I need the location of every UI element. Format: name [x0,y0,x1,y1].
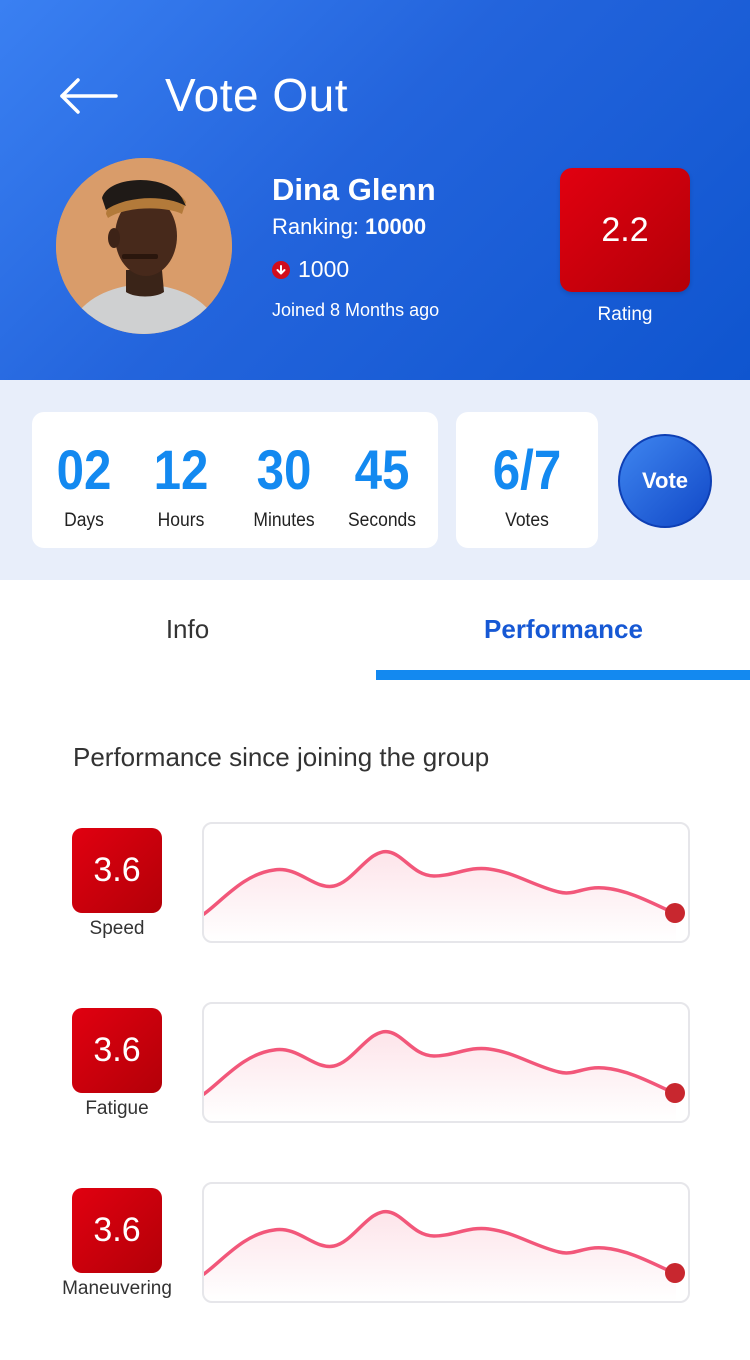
metric-row-maneuvering: 3.6 Maneuvering [0,1182,750,1318]
countdown-days-label: Days [64,510,104,531]
metric-label: Fatigue [85,1098,149,1119]
countdown-hours-label: Hours [157,510,205,531]
tab-info[interactable]: Info [0,580,375,680]
active-tab-indicator [376,670,750,680]
countdown-minutes: 30 Minutes [244,440,324,532]
metric-label: Speed [89,918,145,939]
votes-value: 6/7 [492,438,562,501]
countdown-seconds-value: 45 [354,438,410,501]
sparkline-end-point [665,1083,685,1103]
sparkline-end-point [665,1263,685,1283]
metric-score-badge: 3.6 [72,1188,162,1273]
sparkline-chart [204,850,685,941]
metric-score-badge: 3.6 [72,828,162,913]
sparkline-area [204,851,676,941]
vote-button[interactable]: Vote [618,434,712,528]
countdown-band: 02 Days 12 Hours 30 Minutes 45 Seconds 6… [0,380,750,580]
countdown-seconds-label: Seconds [347,510,417,531]
metric-sparkline [202,1002,690,1123]
ranking-label: Ranking: [272,214,359,239]
votes-card: 6/7 Votes [456,412,598,548]
rating-badge: 2.2 [560,168,690,292]
tab-info-label: Info [165,614,210,644]
metric-label: Maneuvering [62,1278,172,1299]
arrow-left-icon [60,78,118,114]
metric-row-speed: 3.6 Speed [0,822,750,958]
profile-name: Dina Glenn [272,172,436,207]
tab-performance[interactable]: Performance [376,580,750,680]
sparkline-area [204,1211,676,1301]
sparkline-area [204,1031,676,1121]
metric-sparkline [202,822,690,943]
sparkline-chart [204,1030,685,1121]
countdown-minutes-value: 30 [256,438,312,501]
sparkline-end-point [665,903,685,923]
countdown-days: 02 Days [50,440,118,532]
countdown-minutes-label: Minutes [253,510,315,531]
countdown-days-value: 02 [56,438,112,501]
countdown-card: 02 Days 12 Hours 30 Minutes 45 Seconds [32,412,438,548]
countdown-seconds: 45 Seconds [342,440,422,532]
profile-header: Vote Out Dina Glenn Ranking: 10000 1000 … [0,0,750,380]
metric-sparkline [202,1182,690,1303]
rating-label: Rating [597,304,653,325]
section-title: Performance since joining the group [73,742,490,772]
tab-bar: Info Performance [0,580,750,680]
sparkline-chart [204,1210,685,1301]
profile-ranking: Ranking: 10000 [272,214,426,240]
votes-label: Votes [505,510,549,531]
profile-points: 1000 [272,256,349,283]
tab-performance-label: Performance [484,614,643,644]
countdown-hours: 12 Hours [144,440,218,532]
ranking-value: 10000 [364,214,427,239]
metric-row-fatigue: 3.6 Fatigue [0,1002,750,1138]
countdown-hours-value: 12 [153,438,209,501]
points-value: 1000 [298,256,350,282]
page-title: Vote Out [165,69,349,121]
avatar [56,158,232,334]
metric-score-badge: 3.6 [72,1008,162,1093]
joined-date: Joined 8 Months ago [272,300,440,320]
user-photo [56,158,232,334]
back-button[interactable] [56,74,120,118]
arrow-down-circle-icon [272,260,290,279]
